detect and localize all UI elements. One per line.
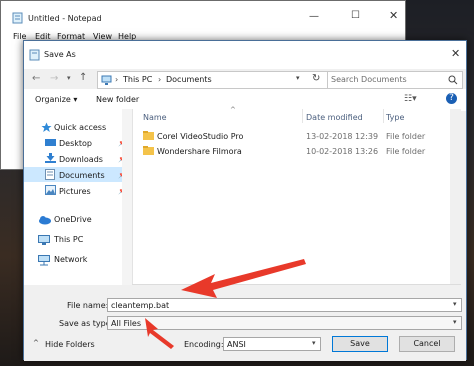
arrow-to-save-as-type — [145, 318, 174, 349]
arrow-to-file-name — [181, 259, 306, 298]
annotation-arrows — [145, 259, 306, 349]
